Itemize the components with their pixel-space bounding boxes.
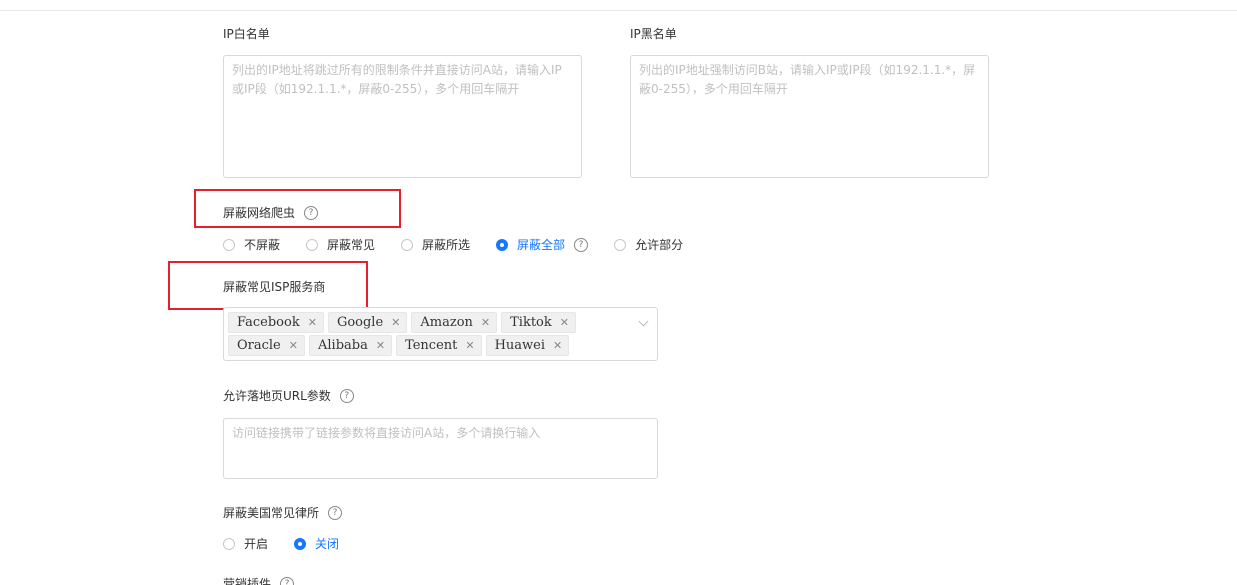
radio-block-common[interactable]: 屏蔽常见	[306, 236, 375, 253]
top-divider	[0, 10, 1237, 11]
close-icon[interactable]: ✕	[560, 316, 569, 329]
isp-tag: Amazon ✕	[411, 312, 498, 333]
close-icon[interactable]: ✕	[553, 339, 562, 352]
isp-tag: Tencent ✕	[396, 335, 482, 356]
radio-block-selected[interactable]: 屏蔽所选	[401, 236, 470, 253]
isp-tag: Facebook ✕	[228, 312, 324, 333]
ip-whitelist-label: IP白名单	[223, 27, 270, 41]
radio-dot	[294, 537, 307, 550]
help-icon[interactable]: ?	[339, 389, 354, 403]
radio-dot	[223, 537, 235, 550]
block-crawlers-radio-group: 不屏蔽 屏蔽常见 屏蔽所选 屏蔽全部 ? 允许部分	[223, 236, 709, 253]
ip-blacklist-label: IP黑名单	[630, 27, 677, 41]
close-icon[interactable]: ✕	[376, 339, 385, 352]
radio-allow-partial[interactable]: 允许部分	[614, 236, 683, 253]
radio-no-block[interactable]: 不屏蔽	[223, 236, 280, 253]
radio-dot	[306, 238, 319, 251]
landing-url-params-label: 允许落地页URL参数 ?	[223, 388, 354, 404]
close-icon[interactable]: ✕	[289, 339, 298, 352]
isp-tag: Tiktok ✕	[501, 312, 576, 333]
close-icon[interactable]: ✕	[465, 339, 474, 352]
close-icon[interactable]: ✕	[308, 316, 317, 329]
radio-dot	[614, 238, 627, 251]
radio-enable[interactable]: 开启	[223, 535, 268, 552]
radio-dot	[223, 238, 235, 251]
close-icon[interactable]: ✕	[481, 316, 490, 329]
block-isp-label: 屏蔽常见ISP服务商	[223, 280, 326, 294]
isp-tag: Google ✕	[327, 312, 408, 333]
isp-tag: Oracle ✕	[228, 335, 305, 356]
isp-tag-list: Facebook ✕ Google ✕ Amazon ✕ Tiktok ✕ Oracle…	[228, 311, 627, 357]
isp-tag: Huawei ✕	[485, 335, 570, 356]
ip-blacklist-input[interactable]	[630, 55, 989, 178]
radio-dot	[496, 238, 509, 251]
next-section-label: 营销插件 ?	[223, 576, 295, 585]
radio-dot	[401, 238, 414, 251]
radio-block-all[interactable]: 屏蔽全部 ?	[496, 236, 589, 253]
radio-disable[interactable]: 关闭	[294, 535, 339, 552]
help-icon[interactable]: ?	[304, 206, 319, 220]
block-us-law-firms-label: 屏蔽美国常见律所 ?	[223, 505, 343, 521]
close-icon[interactable]: ✕	[391, 316, 400, 329]
help-icon[interactable]: ?	[328, 506, 343, 520]
help-icon[interactable]: ?	[280, 577, 295, 585]
isp-multiselect[interactable]: Facebook ✕ Google ✕ Amazon ✕ Tiktok ✕ Oracle…	[223, 307, 658, 361]
landing-url-params-input[interactable]	[223, 418, 658, 479]
help-icon[interactable]: ?	[574, 237, 589, 252]
block-crawlers-label: 屏蔽网络爬虫 ?	[223, 205, 319, 221]
isp-tag: Alibaba ✕	[308, 335, 393, 356]
block-us-law-firms-radio-group: 开启 关闭	[223, 535, 365, 552]
chevron-down-icon[interactable]	[638, 316, 649, 327]
ip-whitelist-input[interactable]	[223, 55, 582, 178]
